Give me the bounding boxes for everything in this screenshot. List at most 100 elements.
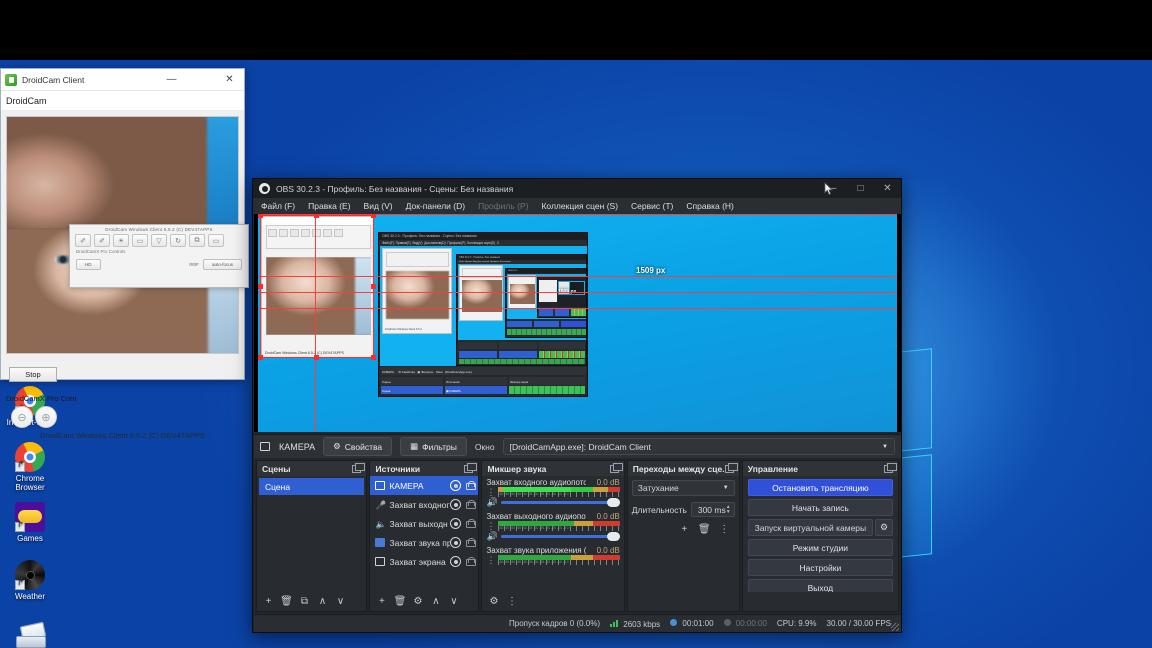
- sources-list[interactable]: КАМЕРА 🎤 Захват входног 🔈 Захват выходн: [370, 476, 479, 592]
- resize-handle-tr[interactable]: [371, 214, 376, 218]
- mixer-volume-row[interactable]: 🔊: [486, 498, 620, 507]
- lock-icon[interactable]: [466, 481, 477, 490]
- source-row-app-audio[interactable]: Захват звука пр: [370, 533, 478, 552]
- remove-scene-button[interactable]: 🗑: [278, 594, 295, 609]
- remove-transition-button[interactable]: 🗑: [696, 522, 713, 537]
- resize-handle-bl[interactable]: [258, 355, 263, 360]
- desktop-icon-weather[interactable]: Weather: [2, 560, 58, 601]
- source-selection-box[interactable]: [260, 215, 374, 358]
- droidcamx-tool-icon-7[interactable]: ⧉: [189, 234, 205, 247]
- mixer-menu-icon[interactable]: ⋮: [486, 522, 495, 531]
- droidcam-menu-item[interactable]: DroidCam: [6, 96, 47, 106]
- mixer-menu-icon[interactable]: ⋮: [486, 488, 495, 497]
- zoom-out-icon[interactable]: ⊖: [11, 406, 33, 428]
- add-scene-button[interactable]: +: [260, 594, 277, 609]
- window-select-combo[interactable]: [DroidCamApp.exe]: DroidCam Client ▼: [502, 438, 895, 455]
- transition-options-icon[interactable]: ⋮: [716, 522, 733, 537]
- move-source-up-button[interactable]: ∧: [427, 594, 444, 609]
- transition-select[interactable]: Затухание ▼: [631, 480, 735, 496]
- move-scene-up-button[interactable]: ∧: [314, 594, 331, 609]
- menu-file[interactable]: Файл (F): [261, 201, 295, 211]
- lock-icon[interactable]: [466, 500, 477, 509]
- move-source-down-button[interactable]: ∨: [445, 594, 462, 609]
- droidcam-minimize-button[interactable]: —: [157, 69, 186, 91]
- droidcamx-tool-icon-4[interactable]: ▭: [132, 234, 148, 247]
- float-dock-icon[interactable]: [609, 462, 623, 473]
- exit-button[interactable]: Выход: [747, 579, 893, 592]
- desktop-icon-scanner[interactable]: [2, 620, 58, 648]
- resize-handle-tl[interactable]: [258, 214, 263, 218]
- menu-tools[interactable]: Сервис (T): [631, 201, 673, 211]
- float-dock-icon[interactable]: [352, 462, 366, 473]
- visibility-eye-icon[interactable]: [450, 537, 462, 548]
- properties-button[interactable]: ⚙ Свойства: [323, 437, 393, 456]
- lock-icon[interactable]: [466, 519, 477, 528]
- resize-handle-ml[interactable]: [258, 284, 263, 289]
- droidcam-stop-button[interactable]: Stop: [9, 367, 57, 382]
- scene-list-item[interactable]: Сцена: [259, 478, 365, 495]
- resize-grip[interactable]: [891, 623, 899, 631]
- stop-streaming-button[interactable]: Остановить трансляцию: [747, 479, 893, 496]
- desktop-icon-games[interactable]: Games: [2, 502, 58, 543]
- mixer-volume-row[interactable]: 🔊: [486, 532, 620, 541]
- menu-profile[interactable]: Профиль (P): [478, 201, 528, 211]
- resize-handle-bc[interactable]: [314, 355, 319, 360]
- zoom-in-icon[interactable]: ⊕: [35, 406, 57, 428]
- droidcam-maximize-button[interactable]: [186, 69, 215, 91]
- visibility-eye-icon[interactable]: [450, 499, 462, 510]
- filters-button[interactable]: ▦ Фильтры: [400, 437, 467, 456]
- studio-mode-button[interactable]: Режим студии: [747, 539, 893, 556]
- source-row-display-capture[interactable]: Захват экрана: [370, 552, 478, 571]
- menu-view[interactable]: Вид (V): [364, 201, 393, 211]
- visibility-eye-icon[interactable]: [450, 480, 462, 491]
- mixer-options-icon[interactable]: ⋮: [503, 594, 520, 609]
- move-scene-down-button[interactable]: ∨: [332, 594, 349, 609]
- add-transition-button[interactable]: +: [676, 522, 693, 537]
- resize-handle-br[interactable]: [371, 355, 376, 360]
- start-virtual-camera-button[interactable]: Запуск виртуальной камеры: [747, 519, 873, 536]
- mixer-menu-icon[interactable]: ⋮: [486, 556, 495, 565]
- speaker-icon[interactable]: 🔊: [486, 498, 497, 507]
- source-properties-button[interactable]: ⚙: [409, 594, 426, 609]
- spinner-arrows-icon[interactable]: ▲ ▼: [726, 504, 731, 515]
- remove-source-button[interactable]: 🗑: [391, 594, 408, 609]
- visibility-eye-icon[interactable]: [450, 556, 462, 567]
- droidcamx-tool-icon-6[interactable]: ↻: [170, 234, 186, 247]
- resize-handle-tc[interactable]: [314, 214, 319, 218]
- visibility-eye-icon[interactable]: [450, 518, 462, 529]
- droidcamx-tool-icon-1[interactable]: ✐: [75, 234, 91, 247]
- settings-button[interactable]: Настройки: [747, 559, 893, 576]
- obs-close-button[interactable]: ✕: [874, 179, 901, 198]
- duration-spinbox[interactable]: 300 ms ▲ ▼: [690, 502, 735, 517]
- lock-icon[interactable]: [466, 557, 477, 566]
- menu-docks[interactable]: Док-панели (D): [406, 201, 465, 211]
- float-dock-icon[interactable]: [883, 462, 897, 473]
- droidcamx-autofocus-button[interactable]: auto-focus: [202, 259, 242, 270]
- volume-slider[interactable]: [501, 532, 620, 541]
- droidcamx-tool-icon-8[interactable]: ▭: [208, 234, 224, 247]
- resize-handle-mr[interactable]: [371, 284, 376, 289]
- start-recording-button[interactable]: Начать запись: [747, 499, 893, 516]
- menu-scene-collection[interactable]: Коллекция сцен (S): [541, 201, 618, 211]
- droidcamx-tool-icon-2[interactable]: ✐: [94, 234, 110, 247]
- add-source-button[interactable]: +: [373, 594, 390, 609]
- lock-icon[interactable]: [466, 538, 477, 547]
- menu-help[interactable]: Справка (H): [686, 201, 734, 211]
- float-dock-icon[interactable]: [725, 462, 738, 473]
- scenes-list[interactable]: Сцена: [257, 476, 366, 592]
- float-dock-icon[interactable]: [464, 462, 478, 473]
- menu-edit[interactable]: Правка (E): [308, 201, 350, 211]
- advanced-audio-properties-button[interactable]: ⚙: [485, 594, 502, 609]
- duplicate-scene-button[interactable]: ⧉: [296, 594, 313, 609]
- obs-preview-canvas[interactable]: DroidCam Windows Client 6.5.2 (C) DEV47A…: [254, 214, 901, 432]
- droidcamx-radio-label[interactable]: IR/IF: [189, 262, 199, 267]
- obs-minimize-button[interactable]: –: [820, 179, 847, 198]
- source-row-camera[interactable]: КАМЕРА: [370, 476, 479, 495]
- virtual-camera-settings-gear-icon[interactable]: ⚙: [874, 519, 893, 536]
- droidcamx-tool-icon-5[interactable]: ▽: [151, 234, 167, 247]
- volume-slider[interactable]: [501, 498, 620, 507]
- desktop-icon-chrome-browser[interactable]: Chrome Browser: [2, 442, 58, 492]
- droidcam-close-button[interactable]: ✕: [215, 69, 244, 91]
- source-row-output-audio[interactable]: 🔈 Захват выходн: [370, 514, 478, 533]
- source-row-input-audio[interactable]: 🎤 Захват входног: [370, 495, 478, 514]
